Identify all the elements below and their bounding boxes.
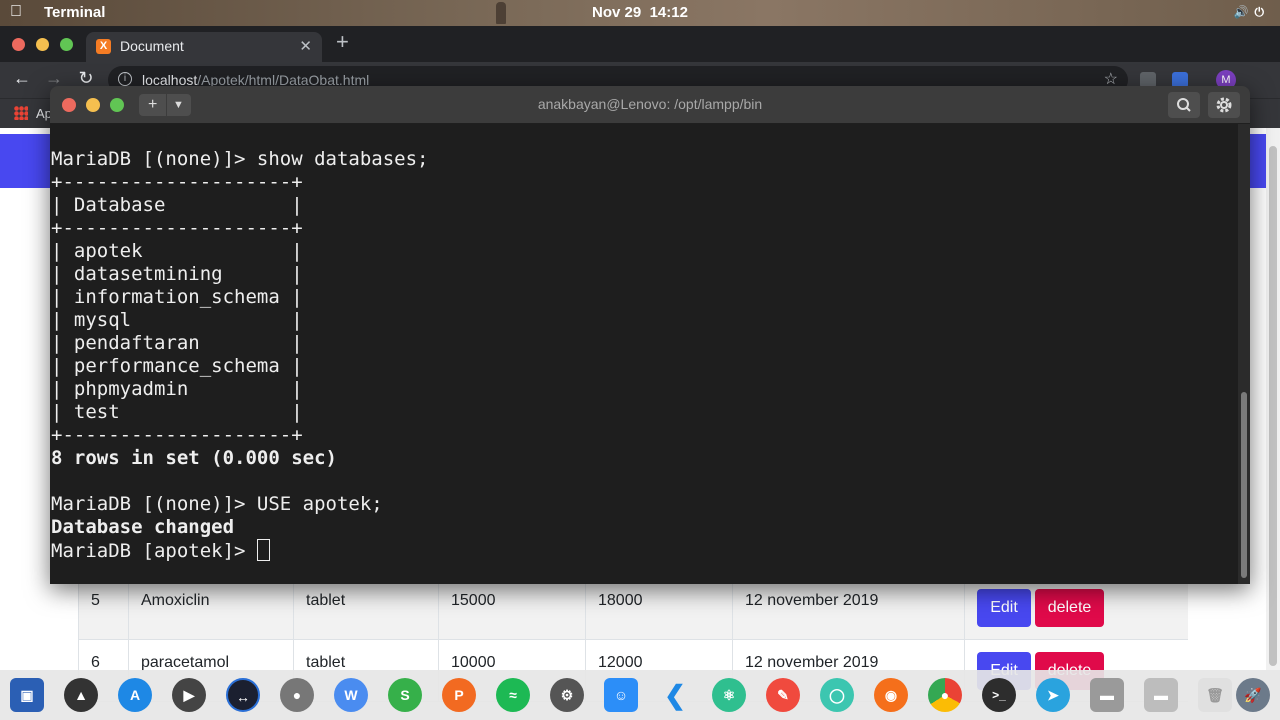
cell-type: tablet: [293, 578, 438, 640]
terminal-output: MariaDB [(none)]> show databases; +------…: [51, 148, 429, 563]
terminal-search-button[interactable]: [1168, 92, 1200, 118]
terminal-line: 8 rows in set (0.000 sec): [51, 447, 337, 469]
terminal-line: +--------------------+: [51, 171, 303, 193]
terminal-line: | pendaftaran |: [51, 332, 303, 354]
wps-writer-icon[interactable]: W: [334, 678, 368, 712]
xampp-favicon-icon: X: [96, 39, 111, 54]
cell-date: 12 november 2019: [732, 578, 964, 640]
dock: ▣ ▲ A ▶ ↔ ● W S P ≈ ⚙ ☺ ❮ ⚛ ✎ ◯ ◉ ● >_ ➤…: [0, 670, 1280, 720]
cell-name: Amoxiclin: [128, 578, 293, 640]
cell-no: 5: [78, 578, 128, 640]
terminal-menu-button[interactable]: [1208, 92, 1240, 118]
wps-spreadsheet-icon[interactable]: S: [388, 678, 422, 712]
apple-logo-icon[interactable]: : [10, 3, 26, 21]
terminal-titlebar[interactable]: + ▼ anakbayan@Lenovo: /opt/lampp/bin: [50, 86, 1250, 124]
browser-minimize-button[interactable]: [36, 38, 49, 51]
terminal-line: +--------------------+: [51, 424, 303, 446]
wps-presentation-icon[interactable]: P: [442, 678, 476, 712]
power-icon[interactable]: ⏻: [1255, 5, 1271, 19]
terminal-scrollbar-thumb[interactable]: [1241, 392, 1247, 578]
vscode-icon[interactable]: ❮: [658, 678, 692, 712]
table-row: 5 Amoxiclin tablet 15000 18000 12 novemb…: [78, 578, 1188, 640]
terminal-line: | Database |: [51, 194, 303, 216]
finder-icon[interactable]: ☺: [604, 678, 638, 712]
spotify-icon[interactable]: ≈: [496, 678, 530, 712]
terminal-cursor: [256, 539, 270, 561]
atom-icon[interactable]: ⚛: [712, 678, 746, 712]
terminal-scrollbar[interactable]: [1238, 124, 1250, 584]
terminal-line: | information_schema |: [51, 286, 303, 308]
new-tab-button[interactable]: +: [336, 28, 349, 56]
terminal-icon[interactable]: >_: [982, 678, 1016, 712]
drive-icon[interactable]: ▬: [1090, 678, 1124, 712]
draw-icon[interactable]: ✎: [766, 678, 800, 712]
terminal-prompt-line[interactable]: MariaDB [apotek]>: [51, 539, 429, 563]
terminal-line: | test |: [51, 401, 303, 423]
system-top-bar:  Terminal Nov 29 14:12 🔊⏻: [0, 0, 1280, 26]
drive-2-icon[interactable]: ▬: [1144, 678, 1178, 712]
wallpaper-figure: [496, 2, 506, 24]
browser-maximize-button[interactable]: [60, 38, 73, 51]
tab-close-icon[interactable]: ✕: [299, 37, 312, 55]
firefox-icon[interactable]: ◉: [874, 678, 908, 712]
clock-time: 14:12: [649, 4, 688, 21]
page-scrollbar[interactable]: [1266, 128, 1280, 670]
terminal-line: | performance_schema |: [51, 355, 303, 377]
video-player-icon[interactable]: ▶: [172, 678, 206, 712]
telegram-icon[interactable]: ➤: [1036, 678, 1070, 712]
clock[interactable]: Nov 29 14:12: [540, 4, 740, 21]
terminal-line: MariaDB [(none)]> show databases;: [51, 148, 429, 170]
tab-title: Document: [120, 38, 184, 54]
edit-button[interactable]: Edit: [977, 589, 1031, 627]
trash-icon[interactable]: 🗑: [1198, 678, 1232, 712]
cell-buy-price: 15000: [438, 578, 585, 640]
terminal-line: | apotek |: [51, 240, 303, 262]
gear-icon: [1216, 97, 1232, 113]
terminal-line: | phpmyadmin |: [51, 378, 303, 400]
terminal-title: anakbayan@Lenovo: /opt/lampp/bin: [537, 96, 763, 112]
search-icon: [1177, 98, 1191, 112]
browser-close-button[interactable]: [12, 38, 25, 51]
toggle-app-icon[interactable]: ●: [280, 678, 314, 712]
terminal-line: Database changed: [51, 516, 235, 538]
back-arrow-icon[interactable]: ←: [10, 68, 34, 89]
terminal-screen[interactable]: MariaDB [(none)]> show databases; +------…: [50, 124, 1238, 584]
clock-date: Nov 29: [592, 4, 642, 21]
delete-button[interactable]: delete: [1035, 589, 1104, 627]
terminal-window[interactable]: + ▼ anakbayan@Lenovo: /opt/lampp/bin Mar…: [50, 86, 1250, 584]
volume-icon[interactable]: 🔊: [1234, 5, 1255, 19]
cell-sell-price: 18000: [585, 578, 732, 640]
browser-tab[interactable]: X Document ✕: [86, 32, 322, 62]
active-app-name[interactable]: Terminal: [44, 4, 105, 21]
terminal-line: +--------------------+: [51, 217, 303, 239]
terminal-line: MariaDB [(none)]> USE apotek;: [51, 493, 383, 515]
help-lifebuoy-icon[interactable]: ◯: [820, 678, 854, 712]
site-info-icon[interactable]: i: [118, 72, 132, 86]
browser-tab-bar: X Document ✕ +: [0, 26, 1280, 62]
inkscape-icon[interactable]: ▲: [64, 678, 98, 712]
terminal-line: | mysql |: [51, 309, 303, 331]
terminal-prompt: MariaDB [apotek]>: [51, 540, 257, 562]
screenshot-app-icon[interactable]: ▣: [10, 678, 44, 712]
app-store-icon[interactable]: A: [118, 678, 152, 712]
system-tray[interactable]: 🔊⏻: [1234, 5, 1270, 20]
page-scrollbar-thumb[interactable]: [1269, 146, 1277, 666]
settings-icon[interactable]: ⚙: [550, 678, 584, 712]
apps-grid-icon[interactable]: [14, 106, 28, 120]
remote-desktop-icon[interactable]: ↔: [226, 678, 260, 712]
launchpad-icon[interactable]: 🚀: [1236, 678, 1270, 712]
terminal-line: | datasetmining |: [51, 263, 303, 285]
cell-actions: Edit delete: [964, 578, 1188, 640]
chrome-icon[interactable]: ●: [928, 678, 962, 712]
